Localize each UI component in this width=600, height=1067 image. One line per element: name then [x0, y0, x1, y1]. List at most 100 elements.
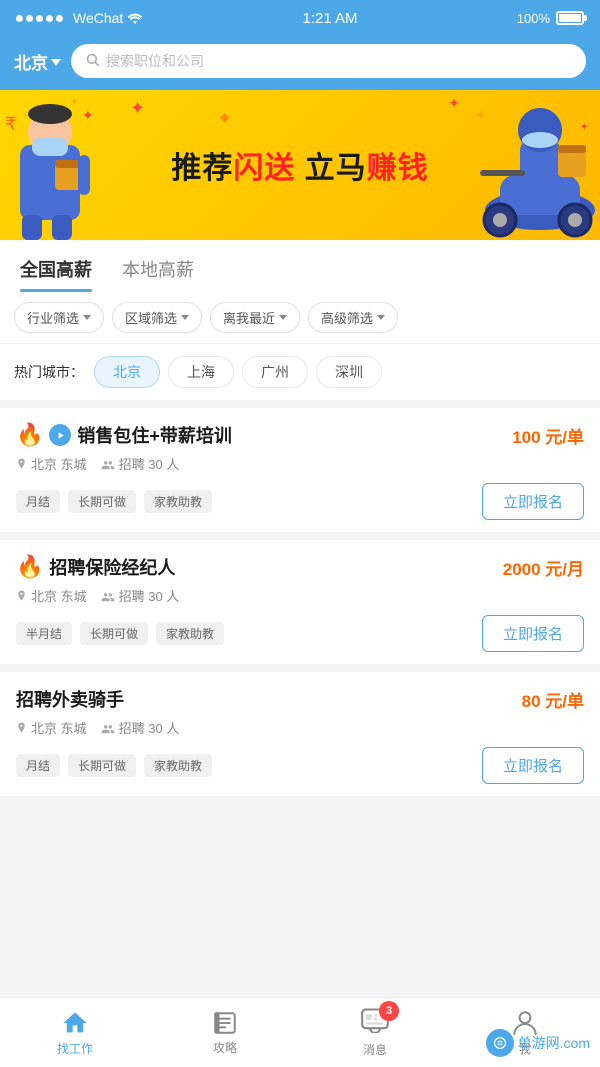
search-svg: [85, 52, 100, 67]
nav-find-job-label: 找工作: [57, 1040, 93, 1057]
banner[interactable]: ₹ ✦ ✦ 推荐闪送 立马赚钱 ✦ ✦ ✦ ◆ ✦: [0, 90, 600, 240]
apply-button-2[interactable]: 立即报名: [482, 615, 584, 652]
hot-badge-2: 🔥: [16, 554, 43, 580]
job-card-3: 招聘外卖骑手 80 元/单 北京 东城 招聘 30 人 月结 长期可做 家教助教…: [0, 672, 600, 804]
job-card-1: 🔥 销售包住+带薪培训 100 元/单 北京 东城 招聘 30 人 月结: [0, 408, 600, 540]
job-salary-1: 100 元/单: [512, 423, 584, 448]
job-card-header-3: 招聘外卖骑手 80 元/单: [16, 686, 584, 712]
city-tags: 北京 上海 广州 深圳: [94, 356, 382, 388]
city-tag-guangzhou[interactable]: 广州: [242, 356, 308, 388]
apply-button-1[interactable]: 立即报名: [482, 483, 584, 520]
banner-text3: 立马: [295, 152, 366, 185]
watermark-icon: [486, 1029, 514, 1057]
job-tag-3-1: 长期可做: [68, 754, 136, 777]
job-title-3: 招聘外卖骑手: [16, 686, 124, 712]
svg-text:✦: ✦: [70, 97, 78, 108]
confetti3: ✦: [448, 95, 460, 112]
job-tags-3: 月结 长期可做 家教助教: [16, 754, 212, 777]
time-display: 1:21 AM: [303, 10, 358, 27]
banner-text4: 赚钱: [367, 152, 429, 185]
person-icon-3: [101, 722, 115, 734]
job-card-2: 🔥 招聘保险经纪人 2000 元/月 北京 东城 招聘 30 人 半月结 长期可…: [0, 540, 600, 672]
svg-text:✦: ✦: [475, 107, 487, 123]
job-tag-1-0: 月结: [16, 490, 60, 513]
job-tag-2-2: 家教助教: [156, 622, 224, 645]
filter-advanced-chevron-icon: [377, 315, 385, 320]
message-badge: 3: [379, 1001, 399, 1021]
job-recruit-text-1: 招聘 30 人: [119, 454, 180, 473]
job-location-text-3: 北京 东城: [31, 718, 87, 737]
job-recruit-1: 招聘 30 人: [101, 454, 180, 473]
job-card-header-2: 🔥 招聘保险经纪人 2000 元/月: [16, 554, 584, 580]
carrier-label: WeChat: [73, 10, 123, 26]
banner-text1: 推荐: [171, 152, 233, 185]
confetti1: ✦: [130, 98, 145, 119]
person-icon-2: [101, 590, 115, 602]
job-title-1: 销售包住+带薪培训: [77, 422, 232, 448]
battery-percent: 100%: [517, 11, 550, 26]
job-title-2: 招聘保险经纪人: [49, 554, 175, 580]
job-tags-2: 半月结 长期可做 家教助教: [16, 622, 224, 645]
home-icon: [61, 1009, 89, 1037]
hot-badge-1: 🔥: [16, 422, 43, 448]
job-title-row-1: 🔥 销售包住+带薪培训: [16, 422, 512, 448]
nav-guide[interactable]: 攻略: [150, 1010, 300, 1056]
filters-bar: 行业筛选 区域筛选 离我最近 高级筛选: [0, 292, 600, 344]
nav-message-label: 消息: [363, 1041, 387, 1058]
svg-text:₹: ₹: [5, 114, 16, 134]
city-tag-shenzhen[interactable]: 深圳: [316, 356, 382, 388]
job-recruit-text-2: 招聘 30 人: [119, 586, 180, 605]
tab-local-high-salary[interactable]: 本地高薪: [122, 256, 194, 292]
job-card-header-1: 🔥 销售包住+带薪培训 100 元/单: [16, 422, 584, 448]
filter-area[interactable]: 区域筛选: [112, 302, 202, 333]
city-tag-beijing[interactable]: 北京: [94, 356, 160, 388]
location-icon-2: [16, 589, 27, 603]
location-icon-3: [16, 721, 27, 735]
job-location-text-2: 北京 东城: [31, 586, 87, 605]
watermark: 单游网.com: [486, 1029, 590, 1057]
location-button[interactable]: 北京: [14, 49, 61, 74]
job-tag-2-0: 半月结: [16, 622, 72, 645]
filter-industry[interactable]: 行业筛选: [14, 302, 104, 333]
nav-find-job[interactable]: 找工作: [0, 1009, 150, 1057]
job-recruit-3: 招聘 30 人: [101, 718, 180, 737]
search-bar[interactable]: 搜索职位和公司: [71, 44, 586, 78]
job-list: 🔥 销售包住+带薪培训 100 元/单 北京 东城 招聘 30 人 月结: [0, 408, 600, 804]
filter-advanced[interactable]: 高级筛选: [308, 302, 398, 333]
watermark-text: 单游网.com: [518, 1033, 590, 1053]
filter-industry-chevron-icon: [83, 315, 91, 320]
job-tag-1-1: 长期可做: [68, 490, 136, 513]
wifi-icon: [127, 11, 143, 25]
location-icon-1: [16, 457, 27, 471]
job-recruit-2: 招聘 30 人: [101, 586, 180, 605]
city-tag-shanghai[interactable]: 上海: [168, 356, 234, 388]
status-bar: WeChat 1:21 AM 100%: [0, 0, 600, 36]
svg-text:✦: ✦: [82, 107, 94, 123]
job-location-3: 北京 东城: [16, 718, 87, 737]
job-tag-1-2: 家教助教: [144, 490, 212, 513]
job-recruit-text-3: 招聘 30 人: [119, 718, 180, 737]
video-badge-1: [49, 424, 71, 446]
job-location-1: 北京 东城: [16, 454, 87, 473]
header: 北京 搜索职位和公司: [0, 36, 600, 90]
nav-message[interactable]: 3 消息: [300, 1007, 450, 1058]
job-footer-1: 月结 长期可做 家教助教 立即报名: [16, 483, 584, 520]
location-chevron-icon: [51, 59, 61, 66]
banner-right-figure: ✦ ✦: [470, 100, 600, 240]
battery-icon: [556, 11, 584, 25]
job-tags-1: 月结 长期可做 家教助教: [16, 490, 212, 513]
tab-national-high-salary[interactable]: 全国高薪: [20, 256, 92, 292]
status-right: 100%: [517, 11, 584, 26]
filter-area-chevron-icon: [181, 315, 189, 320]
job-meta-2: 北京 东城 招聘 30 人: [16, 586, 584, 605]
job-tag-3-2: 家教助教: [144, 754, 212, 777]
banner-text2: 闪送: [233, 152, 295, 185]
location-text: 北京: [14, 49, 48, 74]
book-icon: [212, 1010, 238, 1036]
job-location-text-1: 北京 东城: [31, 454, 87, 473]
nav-guide-label: 攻略: [213, 1039, 237, 1056]
tabs-section: 全国高薪 本地高薪: [0, 240, 600, 292]
hot-cities-label: 热门城市：: [14, 362, 84, 382]
apply-button-3[interactable]: 立即报名: [482, 747, 584, 784]
filter-nearby[interactable]: 离我最近: [210, 302, 300, 333]
